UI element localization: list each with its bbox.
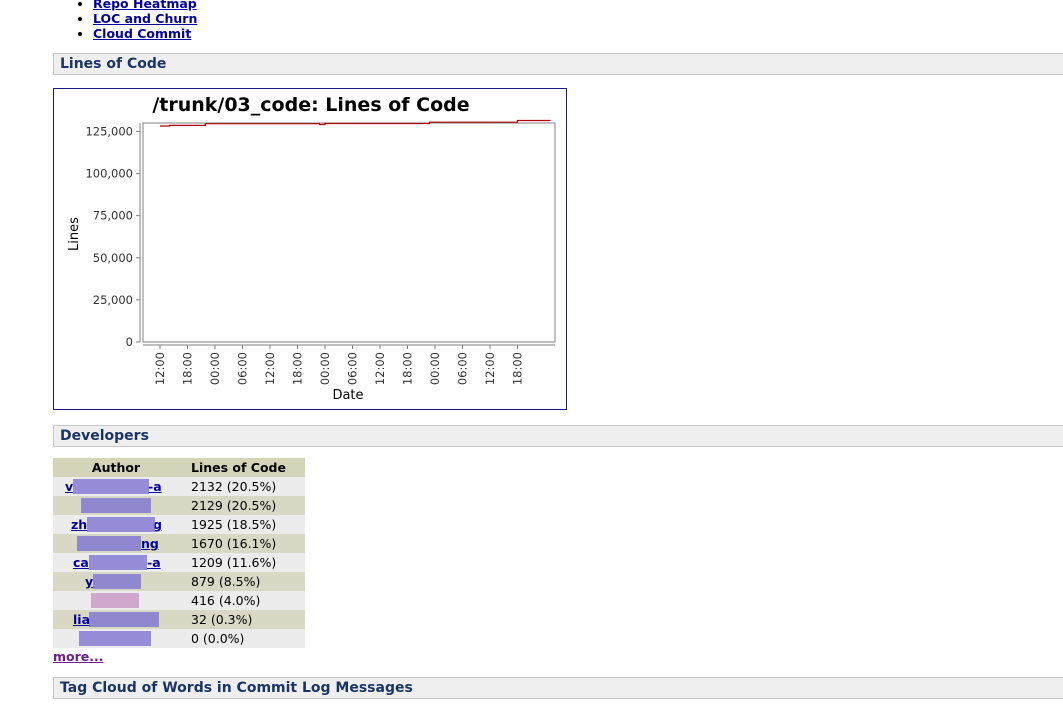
author-cell: ca -a bbox=[53, 553, 179, 572]
table-row: ca -a 1209 (11.6%) bbox=[53, 553, 305, 572]
chart-title: /trunk/03_code: Lines of Code bbox=[152, 94, 469, 116]
author-link[interactable]: lia bbox=[73, 612, 90, 627]
author-cell: ng bbox=[53, 534, 179, 553]
loc-cell: 2129 (20.5%) bbox=[179, 496, 305, 515]
x-tick-label: 18:00 bbox=[181, 352, 195, 385]
plot-area bbox=[142, 122, 556, 343]
y-tick-label: 25,000 bbox=[93, 293, 133, 307]
x-tick-label: 18:00 bbox=[401, 352, 415, 385]
author-cell: v -a bbox=[53, 477, 179, 496]
author-link[interactable]: v bbox=[65, 479, 73, 494]
x-tick-label: 00:00 bbox=[208, 352, 222, 385]
author-column-header: Author bbox=[53, 458, 179, 477]
x-tick-label: 12:00 bbox=[483, 352, 497, 385]
table-row: zh g 1925 (18.5%) bbox=[53, 515, 305, 534]
loc-cell: 879 (8.5%) bbox=[179, 572, 305, 591]
loc-chart: /trunk/03_code: Lines of Code 0 25,000 50,… bbox=[53, 88, 567, 410]
table-row: ng 1670 (16.1%) bbox=[53, 534, 305, 553]
table-row: 416 (4.0%) bbox=[53, 591, 305, 610]
x-tick-label: 12:00 bbox=[153, 352, 167, 385]
y-tick-label: 50,000 bbox=[93, 251, 133, 265]
redaction-block bbox=[81, 498, 151, 513]
developers-section-header: Developers bbox=[53, 425, 1063, 447]
loc-section-title: Lines of Code bbox=[60, 56, 167, 72]
repo-heatmap-link[interactable]: Repo Heatmap bbox=[93, 0, 197, 11]
table-row: v -a 2132 (20.5%) bbox=[53, 477, 305, 496]
loc-cell: 1670 (16.1%) bbox=[179, 534, 305, 553]
nav-item-loc-churn: LOC and Churn bbox=[93, 11, 197, 26]
nav-item-repo-heatmap: Repo Heatmap bbox=[93, 0, 197, 11]
loc-cell: 2132 (20.5%) bbox=[179, 477, 305, 496]
redaction-block bbox=[89, 555, 147, 570]
author-link-tail[interactable]: ng bbox=[141, 536, 159, 551]
x-tick-label: 00:00 bbox=[428, 352, 442, 385]
loc-section-header: Lines of Code bbox=[53, 53, 1063, 75]
y-tick-label: 125,000 bbox=[85, 124, 133, 138]
x-tick-label: 12:00 bbox=[263, 352, 277, 385]
x-axis-ticks: 12:00 18:00 00:00 06:00 12:00 18:00 00:00 06:00… bbox=[153, 345, 525, 385]
loc-cell: 32 (0.3%) bbox=[179, 610, 305, 629]
author-link[interactable]: y bbox=[85, 574, 93, 589]
y-axis-ticks: 0 25,000 50,000 75,000 100,000 125,000 bbox=[85, 124, 140, 349]
redaction-block bbox=[77, 536, 141, 551]
author-link[interactable]: ca bbox=[73, 555, 89, 570]
x-tick-label: 18:00 bbox=[511, 352, 525, 385]
tag-cloud-section-header: Tag Cloud of Words in Commit Log Message… bbox=[53, 677, 1063, 699]
author-cell: lia bbox=[53, 610, 179, 629]
loc-chart-svg: /trunk/03_code: Lines of Code 0 25,000 50,… bbox=[67, 94, 556, 403]
redaction-block bbox=[93, 574, 141, 589]
cloud-commit-link[interactable]: Cloud Commit bbox=[93, 26, 191, 41]
author-link-tail[interactable]: -a bbox=[147, 555, 161, 570]
y-axis-label: Lines bbox=[67, 217, 82, 251]
loc-cell: 1925 (18.5%) bbox=[179, 515, 305, 534]
x-tick-label: 12:00 bbox=[373, 352, 387, 385]
y-tick-label: 100,000 bbox=[85, 167, 133, 181]
developers-section-title: Developers bbox=[60, 428, 149, 444]
redaction-block bbox=[89, 612, 159, 627]
redaction-block bbox=[79, 631, 151, 646]
developers-table: Author Lines of Code v -a 2132 (20.5%) 2… bbox=[53, 458, 305, 648]
table-row: lia 32 (0.3%) bbox=[53, 610, 305, 629]
x-tick-label: 06:00 bbox=[456, 352, 470, 385]
author-cell bbox=[53, 629, 179, 648]
author-link-tail[interactable]: -a bbox=[148, 479, 162, 494]
loc-column-header: Lines of Code bbox=[179, 458, 305, 477]
author-link[interactable]: zh bbox=[71, 517, 87, 532]
author-cell: zh g bbox=[53, 515, 179, 534]
author-cell bbox=[53, 496, 179, 515]
table-row: 2129 (20.5%) bbox=[53, 496, 305, 515]
x-tick-label: 00:00 bbox=[318, 352, 332, 385]
more-developers-link[interactable]: more... bbox=[53, 649, 104, 664]
x-axis-label: Date bbox=[332, 388, 363, 403]
table-header-row: Author Lines of Code bbox=[53, 458, 305, 477]
y-tick-label: 0 bbox=[126, 335, 133, 349]
table-row: y 879 (8.5%) bbox=[53, 572, 305, 591]
author-cell: y bbox=[53, 572, 179, 591]
loc-cell: 0 (0.0%) bbox=[179, 629, 305, 648]
nav-item-cloud-commit: Cloud Commit bbox=[93, 26, 197, 41]
author-cell bbox=[53, 591, 179, 610]
loc-and-churn-link[interactable]: LOC and Churn bbox=[93, 11, 197, 26]
y-tick-label: 75,000 bbox=[93, 209, 133, 223]
report-nav-list: Repo Heatmap LOC and Churn Cloud Commit bbox=[75, 0, 197, 41]
table-row: 0 (0.0%) bbox=[53, 629, 305, 648]
loc-cell: 416 (4.0%) bbox=[179, 591, 305, 610]
redaction-block bbox=[91, 593, 139, 608]
x-tick-label: 06:00 bbox=[346, 352, 360, 385]
x-tick-label: 06:00 bbox=[236, 352, 250, 385]
redaction-block bbox=[87, 517, 155, 532]
tag-cloud-section-title: Tag Cloud of Words in Commit Log Message… bbox=[60, 680, 413, 696]
loc-cell: 1209 (11.6%) bbox=[179, 553, 305, 572]
redaction-block bbox=[73, 479, 149, 494]
x-tick-label: 18:00 bbox=[291, 352, 305, 385]
